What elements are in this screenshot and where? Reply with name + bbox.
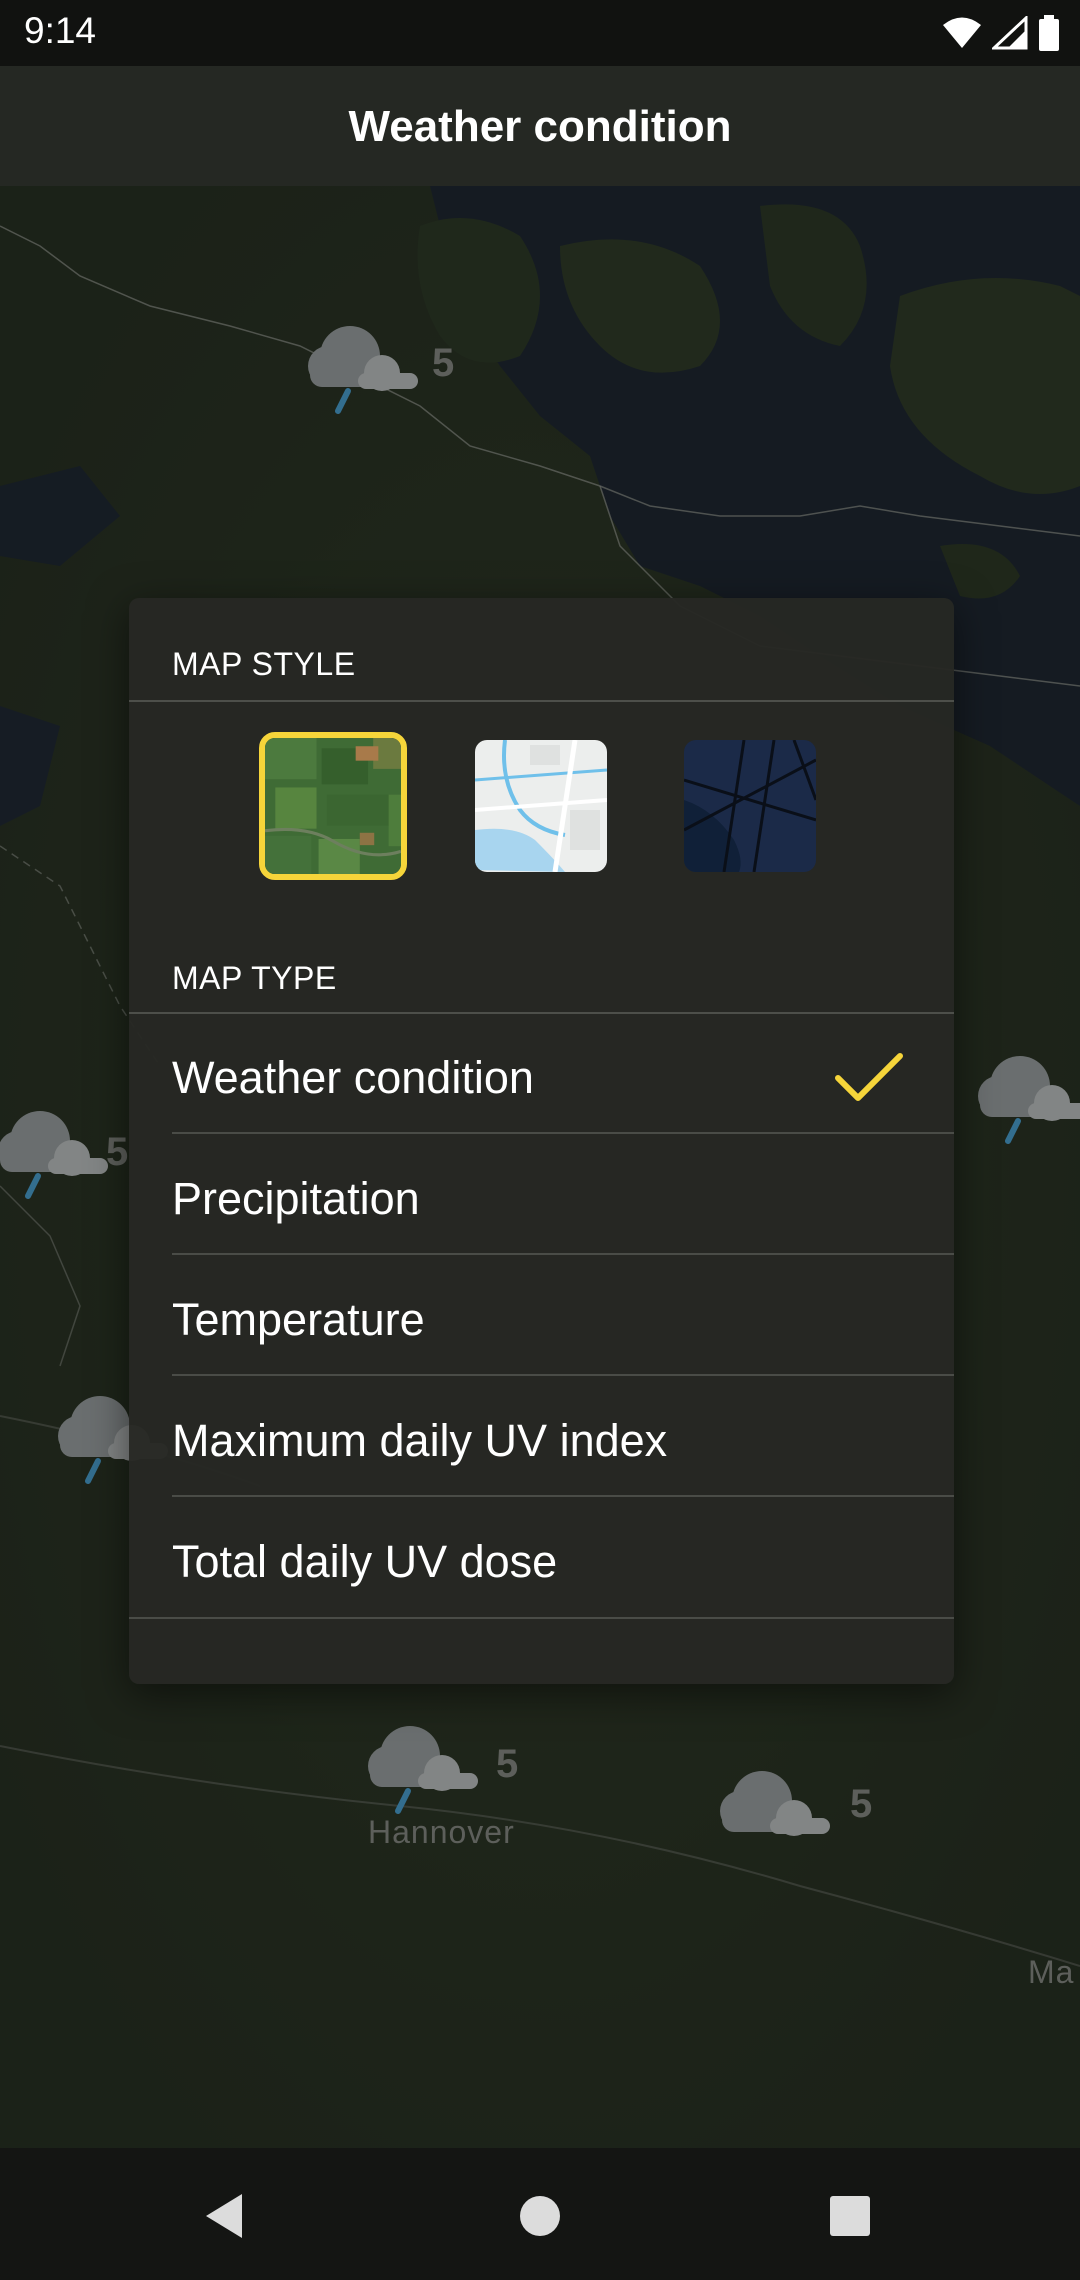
map-type-label: Precipitation: [172, 1173, 420, 1224]
map-settings-dialog: MAP STYLE MAP TYPE Weather condition Pre…: [129, 598, 954, 1684]
battery-icon: [1039, 15, 1059, 51]
map-type-weather-condition[interactable]: Weather condition: [129, 1014, 954, 1134]
map-style-dark[interactable]: [684, 740, 816, 872]
map-type-label: Total daily UV dose: [172, 1536, 558, 1587]
app-bar: Weather condition: [0, 66, 1080, 186]
map-type-temperature[interactable]: Temperature: [129, 1256, 954, 1376]
map-type-total-uv-dose[interactable]: Total daily UV dose: [129, 1498, 954, 1618]
map-type-header: MAP TYPE: [172, 960, 337, 996]
status-time: 9:14: [24, 10, 97, 51]
map-style-light[interactable]: [475, 740, 607, 872]
light-map-thumbnail: [475, 740, 607, 872]
row-divider: [172, 1132, 954, 1134]
navigation-bar: [0, 2148, 1080, 2280]
map-type-precipitation[interactable]: Precipitation: [129, 1135, 954, 1255]
dark-map-thumbnail: [684, 740, 816, 872]
row-divider: [172, 1495, 954, 1497]
satellite-thumbnail: [265, 738, 401, 874]
map-style-header: MAP STYLE: [172, 646, 356, 682]
signal-icon: [992, 16, 1028, 50]
map-type-label: Weather condition: [172, 1052, 534, 1103]
screen: 9:14 Weather condition 5 5 5 Hannover 5 …: [0, 0, 1080, 2280]
checkmark-icon: [835, 1053, 903, 1101]
page-title: Weather condition: [348, 102, 732, 151]
map-type-label: Maximum daily UV index: [172, 1415, 668, 1466]
status-icons: [942, 14, 1060, 52]
map-type-label: Temperature: [172, 1294, 425, 1345]
row-divider: [172, 1374, 954, 1376]
recents-icon[interactable]: [820, 2186, 880, 2246]
map-style-satellite[interactable]: [259, 732, 407, 880]
map-style-divider: [129, 700, 954, 702]
row-divider: [172, 1253, 954, 1255]
dialog-bottom-divider: [129, 1617, 954, 1619]
map-type-max-uv-index[interactable]: Maximum daily UV index: [129, 1377, 954, 1497]
status-bar: 9:14: [0, 0, 1080, 66]
home-icon[interactable]: [510, 2186, 570, 2246]
wifi-icon: [943, 17, 981, 48]
back-icon[interactable]: [196, 2186, 256, 2246]
